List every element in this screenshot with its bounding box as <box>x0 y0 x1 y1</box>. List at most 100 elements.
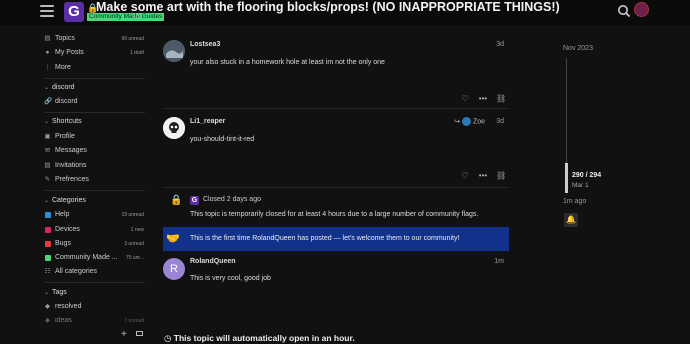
sidebar-item-my-posts[interactable]: ● My Posts 1 draft <box>44 48 144 58</box>
draft-count: 1 draft <box>129 50 144 56</box>
closed-notice: 🔒 G Closed 2 days ago This topic is temp… <box>163 193 509 223</box>
post-body: This is very cool, good job <box>190 275 271 282</box>
section-title: Tags <box>52 289 67 296</box>
category-color-square <box>45 255 51 261</box>
category-color-square <box>45 212 51 218</box>
section-title: Categories <box>52 197 86 204</box>
post-username[interactable]: Li1_reaper <box>190 118 225 125</box>
reply-to-username: Zoe <box>472 118 485 126</box>
post-username[interactable]: RolandQueen <box>190 258 236 265</box>
post-date[interactable]: 1m <box>494 258 504 265</box>
site-header: G 🔒 Make some art with the flooring bloc… <box>0 0 690 25</box>
sidebar-item-all-categories[interactable]: ☷ All categories <box>44 267 144 277</box>
sidebar-item-label: Prefrences <box>55 176 89 183</box>
section-title: Shortcuts <box>52 118 82 125</box>
sidebar-item-tag-resolved[interactable]: ◆ resolved <box>44 302 144 312</box>
avatar-image-icon <box>163 40 185 62</box>
more-icon[interactable]: ••• <box>478 94 488 104</box>
sidebar-section-tags[interactable]: ⌄ Tags <box>44 288 67 298</box>
site-logo[interactable]: G <box>64 2 84 22</box>
sidebar-item-invitations[interactable]: ▤ Invitations <box>44 161 144 171</box>
sidebar-item-tag-ideas[interactable]: ◆ ideas 7 unread <box>44 316 144 326</box>
sidebar: ▤ Topics 99 unread ● My Posts 1 draft ⋮ … <box>30 30 146 344</box>
sidebar-divider <box>44 282 145 283</box>
sidebar-item-bugs[interactable]: Bugs 3 unread <box>44 239 144 249</box>
closed-message: This topic is temporarily closed for at … <box>190 211 479 218</box>
unread-count: 99 unread <box>121 36 144 42</box>
list-icon: ☷ <box>44 268 51 275</box>
keyboard-icon[interactable] <box>136 331 143 336</box>
hamburger-menu-icon[interactable] <box>40 5 54 17</box>
timeline-position: 290 / 294 <box>572 172 602 179</box>
link-icon: 🔗 <box>44 98 53 105</box>
unread-count: 3 unread <box>124 241 144 247</box>
timeline-end-date[interactable]: 1m ago <box>563 198 586 205</box>
post: R RolandQueen 1m This is very cool, good… <box>163 258 509 298</box>
auto-open-notice: ◷ This topic will automatically open in … <box>164 333 355 344</box>
search-icon[interactable] <box>617 4 631 18</box>
timeline-start-date[interactable]: Nov 2023 <box>563 45 593 52</box>
wrench-icon: ✎ <box>44 176 51 183</box>
chevron-down-icon: ⌄ <box>44 119 50 125</box>
chevron-down-icon: ⌄ <box>44 85 50 91</box>
post-divider <box>163 187 509 188</box>
sidebar-item-discord[interactable]: 🔗 discord <box>44 97 144 107</box>
moderator-logo[interactable]: G <box>190 196 199 205</box>
category-color-square <box>45 227 51 233</box>
bell-icon[interactable]: 🔔 <box>564 213 578 227</box>
post-actions: ♡ ••• ⛓ <box>452 165 506 180</box>
sidebar-item-label: resolved <box>55 303 82 310</box>
post-username[interactable]: Lostsea3 <box>190 41 220 48</box>
sidebar-item-label: All categories <box>55 268 98 275</box>
unread-count: 19 unread <box>121 212 144 218</box>
sidebar-section-discord[interactable]: ⌄ discord <box>44 83 75 93</box>
unread-count: 75 unr... <box>125 255 144 261</box>
sidebar-item-label: Profile <box>55 133 75 140</box>
sidebar-item-label: ideas <box>55 317 72 324</box>
sidebar-item-messages[interactable]: ✉ Messages <box>44 146 144 156</box>
first-post-banner: 🤝 This is the first time RolandQueen has… <box>163 227 509 251</box>
sidebar-divider <box>44 78 145 79</box>
sidebar-item-label: More <box>55 64 71 71</box>
more-icon[interactable]: ••• <box>478 171 488 181</box>
avatar[interactable]: R <box>163 258 185 280</box>
post: Lostsea3 3d your also stuck in a homewor… <box>163 40 509 103</box>
lock-icon: 🔒 <box>170 195 183 206</box>
topic-tag[interactable]: art <box>132 13 140 21</box>
sidebar-item-label: Invitations <box>55 162 87 169</box>
closed-status[interactable]: Closed 2 days ago <box>203 196 261 203</box>
avatar[interactable] <box>163 117 185 139</box>
link-icon[interactable]: ⛓ <box>496 94 506 104</box>
post-date[interactable]: 3d <box>496 41 504 48</box>
unread-count: 7 unread <box>124 318 144 324</box>
topic-title[interactable]: Make some art with the flooring blocks/p… <box>96 0 560 14</box>
heart-icon[interactable]: ♡ <box>460 171 470 181</box>
skull-avatar-icon <box>163 117 185 139</box>
link-icon[interactable]: ⛓ <box>496 171 506 181</box>
sidebar-item-topics[interactable]: ▤ Topics 99 unread <box>44 34 144 44</box>
current-user-avatar[interactable] <box>634 2 649 17</box>
sidebar-section-shortcuts[interactable]: ⌄ Shortcuts <box>44 117 82 127</box>
timeline-handle[interactable] <box>565 163 568 193</box>
sidebar-divider <box>44 190 145 191</box>
avatar[interactable] <box>163 40 185 62</box>
post-date[interactable]: 3d <box>496 118 504 125</box>
reply-to-indicator[interactable]: ↪ Zoe <box>454 117 485 126</box>
sidebar-divider <box>44 112 145 113</box>
sidebar-item-profile[interactable]: ▣ Profile <box>44 132 144 142</box>
sidebar-item-help[interactable]: Help 19 unread <box>44 210 144 220</box>
user-icon: ● <box>45 49 50 56</box>
handshake-icon: 🤝 <box>166 233 180 245</box>
sidebar-item-community-made-guides[interactable]: Community Made ... 75 unr... <box>44 253 144 263</box>
tag-icon: ◆ <box>45 303 50 310</box>
more-vertical-icon: ⋮ <box>44 64 51 71</box>
sidebar-item-preferences[interactable]: ✎ Prefrences <box>44 175 144 185</box>
sidebar-item-more[interactable]: ⋮ More <box>44 63 144 73</box>
sidebar-section-categories[interactable]: ⌄ Categories <box>44 196 86 206</box>
add-plus-icon[interactable]: + <box>121 329 127 340</box>
heart-icon[interactable]: ♡ <box>460 94 470 104</box>
sidebar-item-devices[interactable]: Devices 1 new <box>44 225 144 235</box>
category-badge[interactable]: Community Made Guides <box>87 13 165 21</box>
banner-text: This is the first time RolandQueen has p… <box>190 235 460 242</box>
new-count: 1 new <box>130 227 144 233</box>
